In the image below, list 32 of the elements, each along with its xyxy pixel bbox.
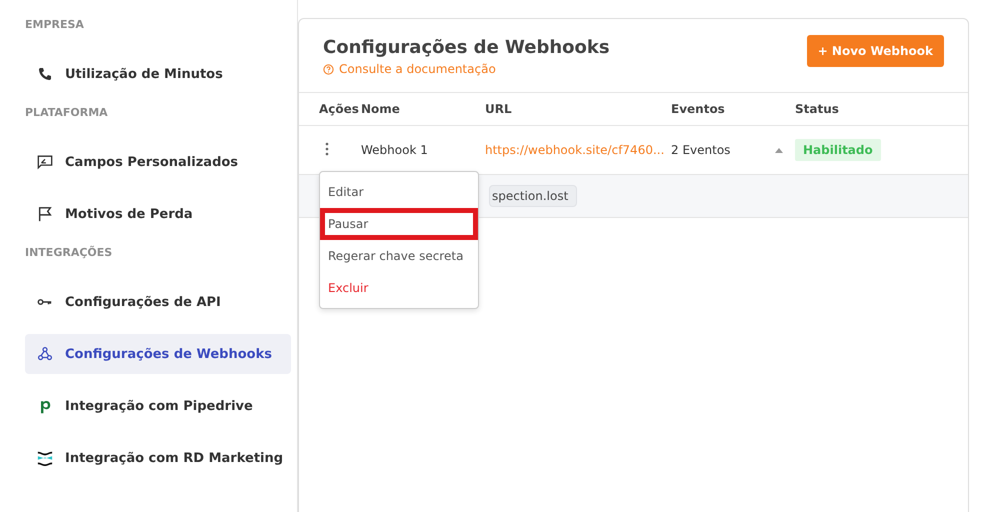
more-options-icon[interactable] [325,142,329,156]
column-header: Nome [361,102,401,116]
section-heading: PLATAFORMA [25,106,109,121]
chevrons-logo-icon [37,450,53,466]
section-heading: EMPRESA [25,18,85,33]
menu-item[interactable]: Regerar chave secreta [320,240,478,272]
flag-icon [37,206,53,222]
menu-item[interactable]: Pausar [320,208,478,240]
panel-title: Configurações de Webhooks [323,37,610,58]
sidebar-item[interactable]: Configurações de API [25,282,291,322]
menu-item[interactable]: Excluir [320,272,478,304]
event-tag: spection.lost [489,185,578,207]
help-icon [323,64,334,74]
phone-icon [37,66,53,82]
comment-edit-icon [37,154,53,170]
column-header: URL [485,102,513,116]
table-cell: 2 Eventos [671,143,730,157]
column-header: Ações [318,102,360,116]
sidebar-item[interactable]: Campos Personalizados [25,142,291,182]
table-cell-text: Webhook 1 [361,143,429,157]
sidebar-item[interactable]: Utilização de Minutos [25,54,291,94]
status-badge: Habilitado [795,139,881,161]
menu-item[interactable]: Editar [320,176,478,208]
webhook-icon [37,346,53,362]
sidebar-item[interactable]: Motivos de Perda [25,194,291,234]
sidebar-item[interactable]: Configurações de Webhooks [25,334,291,374]
column-header: Status [795,102,840,116]
column-header: Eventos [671,102,726,116]
caret-icon[interactable] [775,148,783,152]
sidebar-item[interactable]: Integração com RD Marketing [25,438,291,478]
sidebar-item[interactable]: Integração com Pipedrive [25,386,291,426]
section-heading: INTEGRAÇÕES [25,246,114,261]
